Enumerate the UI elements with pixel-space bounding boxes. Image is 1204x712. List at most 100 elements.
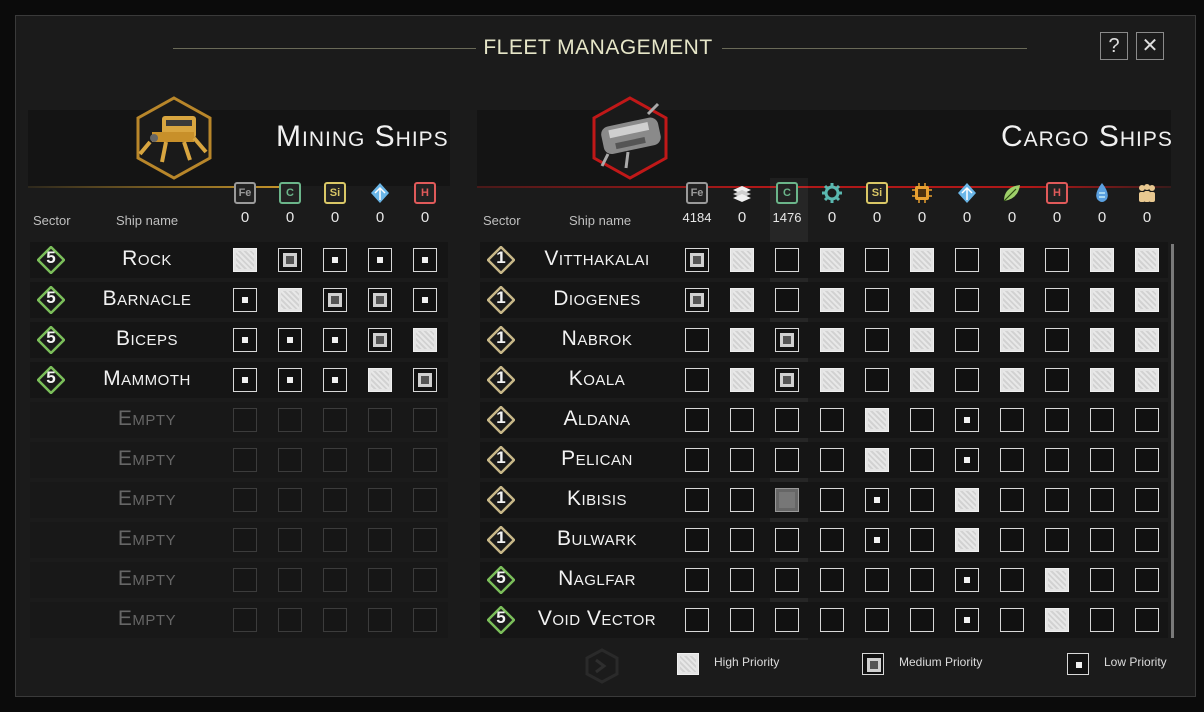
priority-cell[interactable] bbox=[368, 328, 392, 352]
priority-cell[interactable] bbox=[775, 368, 799, 392]
priority-cell[interactable] bbox=[1045, 408, 1069, 432]
priority-cell[interactable] bbox=[820, 528, 844, 552]
priority-cell[interactable] bbox=[323, 328, 347, 352]
priority-cell[interactable] bbox=[685, 488, 709, 512]
priority-cell[interactable] bbox=[730, 328, 754, 352]
priority-cell[interactable] bbox=[323, 368, 347, 392]
priority-cell[interactable] bbox=[910, 288, 934, 312]
priority-cell[interactable] bbox=[865, 248, 889, 272]
priority-cell[interactable] bbox=[1090, 368, 1114, 392]
priority-cell[interactable] bbox=[910, 608, 934, 632]
priority-cell[interactable] bbox=[1000, 448, 1024, 472]
priority-cell[interactable] bbox=[1135, 448, 1159, 472]
priority-cell[interactable] bbox=[865, 408, 889, 432]
priority-cell[interactable] bbox=[955, 528, 979, 552]
priority-cell[interactable] bbox=[1000, 528, 1024, 552]
priority-cell[interactable] bbox=[730, 248, 754, 272]
priority-cell[interactable] bbox=[775, 448, 799, 472]
priority-cell[interactable] bbox=[1090, 408, 1114, 432]
priority-cell[interactable] bbox=[910, 248, 934, 272]
priority-cell[interactable] bbox=[1045, 608, 1069, 632]
close-button[interactable]: ✕ bbox=[1136, 32, 1164, 60]
priority-cell[interactable] bbox=[955, 448, 979, 472]
priority-cell[interactable] bbox=[233, 288, 257, 312]
priority-cell[interactable] bbox=[955, 608, 979, 632]
priority-cell[interactable] bbox=[413, 368, 437, 392]
priority-cell[interactable] bbox=[1135, 568, 1159, 592]
priority-cell[interactable] bbox=[685, 608, 709, 632]
priority-cell[interactable] bbox=[1000, 248, 1024, 272]
priority-cell[interactable] bbox=[865, 328, 889, 352]
priority-cell[interactable] bbox=[775, 608, 799, 632]
priority-cell[interactable] bbox=[1090, 608, 1114, 632]
priority-cell[interactable] bbox=[820, 448, 844, 472]
priority-cell[interactable] bbox=[865, 448, 889, 472]
priority-cell[interactable] bbox=[278, 288, 302, 312]
priority-cell[interactable] bbox=[1000, 408, 1024, 432]
priority-cell[interactable] bbox=[1045, 368, 1069, 392]
priority-cell[interactable] bbox=[233, 328, 257, 352]
priority-cell[interactable] bbox=[730, 608, 754, 632]
priority-cell[interactable] bbox=[685, 248, 709, 272]
priority-cell[interactable] bbox=[413, 328, 437, 352]
priority-cell[interactable] bbox=[233, 248, 257, 272]
priority-cell[interactable] bbox=[730, 368, 754, 392]
priority-cell[interactable] bbox=[1000, 288, 1024, 312]
priority-cell[interactable] bbox=[1000, 568, 1024, 592]
priority-cell[interactable] bbox=[685, 568, 709, 592]
priority-cell[interactable] bbox=[775, 408, 799, 432]
priority-cell[interactable] bbox=[1135, 328, 1159, 352]
priority-cell[interactable] bbox=[1045, 248, 1069, 272]
priority-cell[interactable] bbox=[730, 528, 754, 552]
priority-cell[interactable] bbox=[1135, 248, 1159, 272]
priority-cell[interactable] bbox=[775, 528, 799, 552]
priority-cell[interactable] bbox=[1135, 488, 1159, 512]
priority-cell[interactable] bbox=[955, 328, 979, 352]
priority-cell[interactable] bbox=[1045, 288, 1069, 312]
priority-cell[interactable] bbox=[865, 568, 889, 592]
priority-cell[interactable] bbox=[323, 248, 347, 272]
priority-cell[interactable] bbox=[820, 608, 844, 632]
priority-cell[interactable] bbox=[730, 408, 754, 432]
priority-cell[interactable] bbox=[775, 488, 799, 512]
priority-cell[interactable] bbox=[955, 488, 979, 512]
priority-cell[interactable] bbox=[730, 488, 754, 512]
priority-cell[interactable] bbox=[865, 288, 889, 312]
priority-cell[interactable] bbox=[775, 248, 799, 272]
priority-cell[interactable] bbox=[685, 408, 709, 432]
priority-cell[interactable] bbox=[685, 448, 709, 472]
priority-cell[interactable] bbox=[865, 528, 889, 552]
priority-cell[interactable] bbox=[1045, 528, 1069, 552]
priority-cell[interactable] bbox=[368, 368, 392, 392]
priority-cell[interactable] bbox=[820, 488, 844, 512]
priority-cell[interactable] bbox=[1045, 488, 1069, 512]
priority-cell[interactable] bbox=[1090, 448, 1114, 472]
priority-cell[interactable] bbox=[865, 488, 889, 512]
help-button[interactable]: ? bbox=[1100, 32, 1128, 60]
priority-cell[interactable] bbox=[233, 368, 257, 392]
priority-cell[interactable] bbox=[865, 368, 889, 392]
priority-cell[interactable] bbox=[1045, 448, 1069, 472]
priority-cell[interactable] bbox=[820, 368, 844, 392]
priority-cell[interactable] bbox=[910, 448, 934, 472]
priority-cell[interactable] bbox=[1135, 608, 1159, 632]
priority-cell[interactable] bbox=[1090, 288, 1114, 312]
priority-cell[interactable] bbox=[1000, 608, 1024, 632]
priority-cell[interactable] bbox=[775, 288, 799, 312]
priority-cell[interactable] bbox=[910, 408, 934, 432]
priority-cell[interactable] bbox=[910, 528, 934, 552]
cargo-scrollbar[interactable] bbox=[1171, 244, 1174, 638]
priority-cell[interactable] bbox=[910, 488, 934, 512]
priority-cell[interactable] bbox=[955, 288, 979, 312]
priority-cell[interactable] bbox=[820, 248, 844, 272]
priority-cell[interactable] bbox=[955, 248, 979, 272]
priority-cell[interactable] bbox=[413, 288, 437, 312]
priority-cell[interactable] bbox=[865, 608, 889, 632]
priority-cell[interactable] bbox=[730, 568, 754, 592]
priority-cell[interactable] bbox=[278, 248, 302, 272]
priority-cell[interactable] bbox=[278, 368, 302, 392]
priority-cell[interactable] bbox=[955, 368, 979, 392]
priority-cell[interactable] bbox=[685, 288, 709, 312]
priority-cell[interactable] bbox=[1135, 288, 1159, 312]
priority-cell[interactable] bbox=[820, 288, 844, 312]
